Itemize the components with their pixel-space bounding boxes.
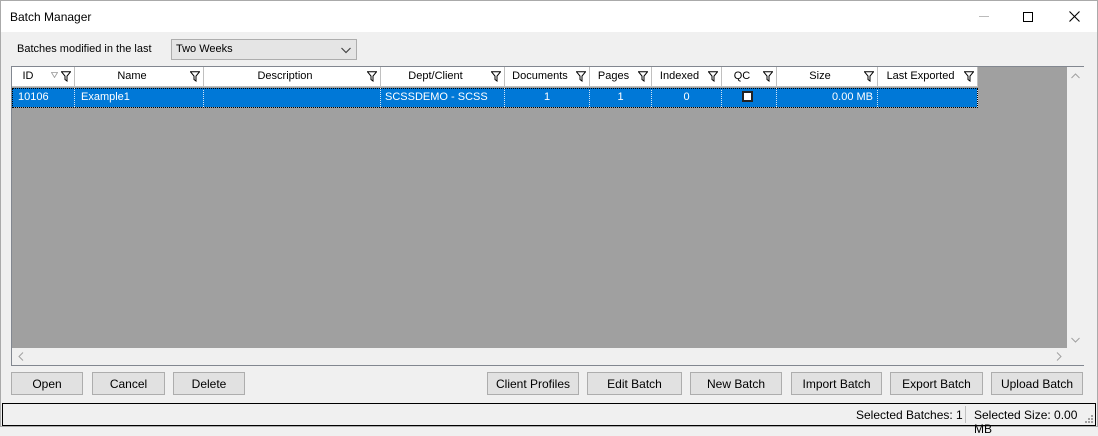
- column-header-indexed[interactable]: Indexed: [652, 67, 722, 87]
- horizontal-scrollbar[interactable]: [12, 348, 1067, 365]
- modified-filter-label: Batches modified in the last: [17, 43, 152, 55]
- maximize-icon: [1023, 11, 1033, 22]
- modified-period-dropdown[interactable]: Two Weeks: [171, 39, 357, 60]
- delete-button[interactable]: Delete: [173, 372, 245, 395]
- new-batch-button[interactable]: New Batch: [690, 372, 782, 395]
- column-header-label: ID: [22, 70, 34, 82]
- resize-grip-icon[interactable]: [1083, 413, 1093, 423]
- scroll-down-button[interactable]: [1067, 331, 1084, 348]
- filter-icon[interactable]: [864, 71, 874, 82]
- scrollbar-corner: [1067, 348, 1084, 365]
- column-header-label: Documents: [512, 70, 568, 82]
- filter-icon[interactable]: [763, 71, 773, 82]
- filter-icon[interactable]: [367, 71, 377, 82]
- client-profiles-button[interactable]: Client Profiles: [487, 372, 579, 395]
- export-batch-button[interactable]: Export Batch: [890, 372, 983, 395]
- chevron-down-icon: [341, 47, 351, 54]
- chevron-up-icon: [1071, 72, 1080, 78]
- status-bar: Selected Batches: 1 Selected Size: 0.00 …: [2, 403, 1096, 436]
- close-button[interactable]: [1051, 1, 1097, 32]
- column-header-name[interactable]: Name: [75, 67, 204, 87]
- column-header-last-exported[interactable]: Last Exported: [878, 67, 978, 87]
- column-header-description[interactable]: Description: [204, 67, 381, 87]
- filter-icon[interactable]: [964, 71, 974, 82]
- chevron-right-icon: [1056, 352, 1062, 361]
- maximize-button[interactable]: [1005, 1, 1051, 32]
- cell-id[interactable]: 10106: [12, 88, 75, 107]
- minimize-icon: [979, 16, 989, 17]
- cell-name[interactable]: Example1: [75, 88, 204, 107]
- column-header-label: QC: [733, 70, 751, 82]
- column-header-label: Description: [257, 70, 313, 82]
- open-button[interactable]: Open: [11, 372, 83, 395]
- cell-last-exported[interactable]: [878, 88, 978, 107]
- column-header-dept-client[interactable]: Dept/Client: [381, 67, 505, 87]
- column-header-id[interactable]: ID: [12, 67, 75, 87]
- column-header-pages[interactable]: Pages: [590, 67, 652, 87]
- cell-pages[interactable]: 1: [590, 88, 652, 107]
- column-header-label: Indexed: [659, 70, 700, 82]
- sort-arrow-icon: [51, 72, 58, 78]
- column-header-documents[interactable]: Documents: [505, 67, 590, 87]
- modified-period-value: Two Weeks: [176, 43, 233, 55]
- cell-indexed[interactable]: 0: [652, 88, 722, 107]
- column-header-label: Size: [809, 70, 831, 82]
- column-header-label: Last Exported: [886, 70, 955, 82]
- chevron-down-icon: [1071, 337, 1080, 343]
- vertical-scrollbar[interactable]: [1067, 67, 1084, 348]
- cancel-button[interactable]: Cancel: [92, 372, 165, 395]
- grid-body[interactable]: ID Name Description Dept/Client Document…: [12, 67, 1067, 348]
- column-header-label: Pages: [597, 70, 630, 82]
- close-icon: [1068, 11, 1080, 22]
- column-header-qc[interactable]: QC: [722, 67, 777, 87]
- scroll-left-button[interactable]: [12, 348, 29, 365]
- upload-batch-button[interactable]: Upload Batch: [991, 372, 1083, 395]
- filter-icon[interactable]: [491, 71, 501, 82]
- filter-icon[interactable]: [190, 71, 200, 82]
- batch-grid[interactable]: ID Name Description Dept/Client Document…: [11, 66, 1084, 366]
- cell-dept-client[interactable]: SCSSDEMO - SCSS: [381, 88, 505, 107]
- title-bar[interactable]: Batch Manager: [1, 1, 1097, 32]
- scroll-right-button[interactable]: [1050, 348, 1067, 365]
- cell-size[interactable]: 0.00 MB: [777, 88, 878, 107]
- filter-icon[interactable]: [576, 71, 586, 82]
- selected-batches-status: Selected Batches: 1: [856, 408, 963, 422]
- column-header-label: Dept/Client: [408, 70, 463, 82]
- scroll-up-button[interactable]: [1067, 67, 1084, 84]
- column-header-size[interactable]: Size: [777, 67, 878, 87]
- column-header-label: Name: [117, 70, 147, 82]
- window-title: Batch Manager: [10, 10, 92, 24]
- qc-checkbox[interactable]: [742, 91, 753, 102]
- import-batch-button[interactable]: Import Batch: [791, 372, 882, 395]
- cell-description[interactable]: [204, 88, 381, 107]
- minimize-button[interactable]: [961, 1, 1007, 32]
- chevron-left-icon: [17, 352, 23, 361]
- cell-documents[interactable]: 1: [505, 88, 590, 107]
- selected-size-status: Selected Size: 0.00 MB: [974, 408, 1078, 436]
- batch-manager-window: Batch Manager Batches modified in the la…: [0, 0, 1098, 436]
- status-separator: [965, 406, 966, 423]
- edit-batch-button[interactable]: Edit Batch: [587, 372, 682, 395]
- filter-icon[interactable]: [638, 71, 648, 82]
- cell-qc[interactable]: [722, 88, 777, 107]
- filter-icon[interactable]: [708, 71, 718, 82]
- filter-icon[interactable]: [61, 71, 71, 82]
